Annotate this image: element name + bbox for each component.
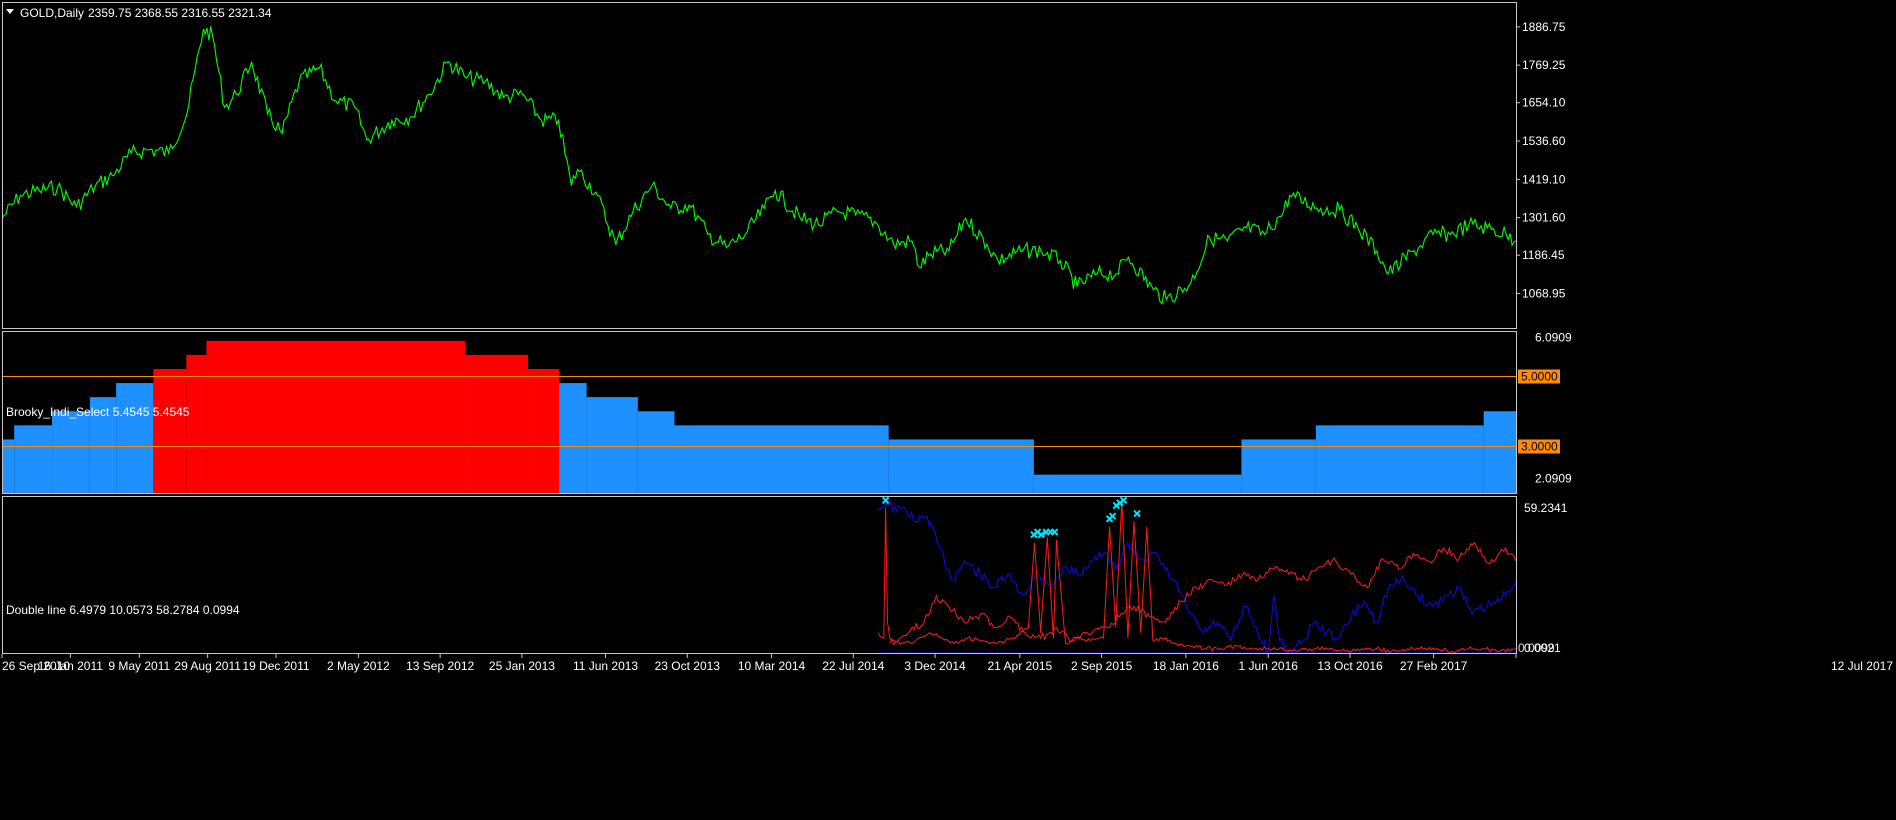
price-axis-label: 1536.60 [1522,134,1566,148]
date-axis-label: 21 Apr 2015 [988,659,1053,673]
bull-bar[interactable] [637,411,675,493]
date-axis-label: 25 Jan 2013 [489,659,555,673]
level-badge-label: 5.0000 [1521,370,1558,384]
date-axis-label: 16 Jan 2011 [38,659,103,673]
bull-bar[interactable] [1483,411,1516,493]
date-axis-label: 10 Mar 2014 [738,659,806,673]
price-pane-header[interactable]: GOLD,Daily 2359.75 2368.55 2316.55 2321.… [6,6,272,20]
price-axis-label: 1301.60 [1522,211,1566,225]
double-line-axis-label: 59.2341 [1524,501,1568,515]
date-axis-label: 29 Aug 2011 [174,659,241,673]
double-line-title: Double line 6.4979 10.0573 58.2784 0.099… [6,603,240,617]
date-axis-label: 9 May 2011 [108,659,170,673]
indicator-axis-label: 6.0909 [1535,331,1572,345]
date-axis-label: 19 Dec 2011 [242,659,309,673]
bull-bar[interactable] [586,397,638,493]
bull-bar[interactable] [116,383,154,493]
indicator-axis-label: 2.0909 [1535,471,1572,485]
bull-bar[interactable] [559,383,587,493]
bull-bar[interactable] [14,425,53,493]
date-axis-label: 2 Sep 2015 [1071,659,1133,673]
bear-bar[interactable] [465,354,529,493]
level-badge-label: 3.0000 [1521,440,1558,454]
bear-bar[interactable] [186,354,207,493]
bull-bar[interactable] [1033,474,1242,493]
indicator-title: Brooky_Indi_Select 5.4545 5.4545 [6,405,190,419]
price-axis-label: 1186.45 [1522,248,1565,262]
price-axis-label: 1886.75 [1522,20,1566,34]
price-ohlc-values: 2359.75 2368.55 2316.55 2321.34 [88,6,272,20]
bear-bar[interactable] [153,368,187,493]
date-axis-label: 13 Sep 2012 [406,659,474,673]
bear-bar[interactable] [528,368,560,493]
date-axis-label: 23 Oct 2013 [655,659,721,673]
date-axis-label: 11 Jun 2013 [573,659,638,673]
date-axis-label: 18 Jan 2016 [1153,659,1219,673]
bull-bar[interactable] [674,425,889,493]
bull-bar[interactable] [1315,425,1484,493]
date-axis-label: 27 Feb 2017 [1400,659,1468,673]
bull-bar[interactable] [52,411,90,493]
date-axis-label: 13 Oct 2016 [1317,659,1383,673]
date-axis-label: 2 May 2012 [327,659,390,673]
bull-bar[interactable] [1241,439,1316,493]
bull-bar[interactable] [2,439,15,493]
bull-bar[interactable] [888,439,1034,493]
date-axis-label: 12 Jul 2017 [1831,659,1893,673]
price-axis-label: 1068.95 [1522,286,1566,300]
bear-bar[interactable] [206,340,466,493]
trading-chart: 1886.75 1769.25 1654.10 1536.60 1419.10 1301.… [0,0,1896,820]
double-line-overlap-label: 0.0099 [1518,641,1555,655]
price-symbol-title: GOLD,Daily [20,6,84,20]
price-axis-label: 1419.10 [1522,172,1566,186]
date-axis-label: 3 Dec 2014 [904,659,966,673]
date-axis-label: 1 Jun 2016 [1239,659,1299,673]
date-axis-label: 22 Jul 2014 [822,659,884,673]
price-axis-label: 1654.10 [1522,96,1566,110]
price-axis-label: 1769.25 [1522,58,1566,72]
